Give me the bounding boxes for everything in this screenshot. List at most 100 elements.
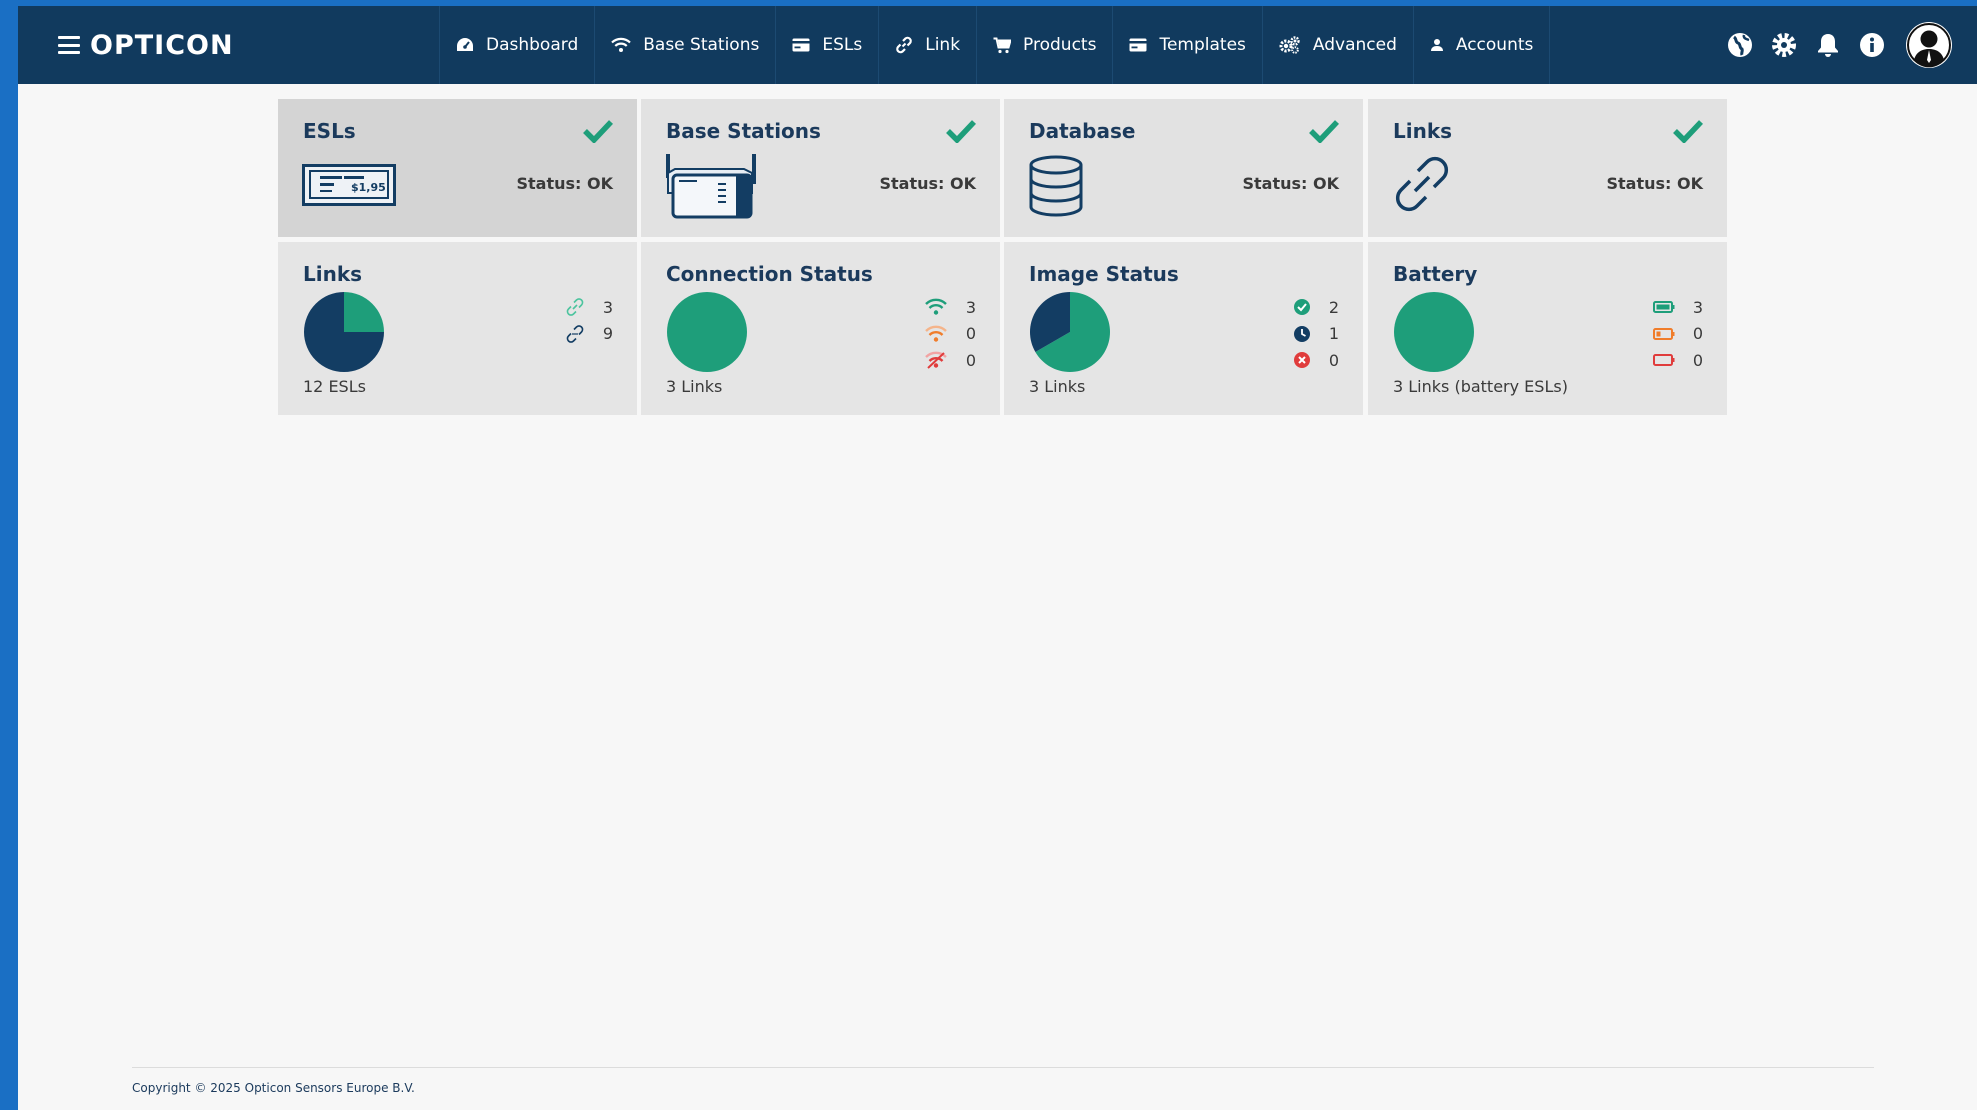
link-icon — [896, 36, 912, 54]
status-card-base-stations[interactable]: Base Stations Status: OK — [641, 99, 1000, 237]
base-station-icon — [665, 153, 759, 223]
legend-value: 0 — [965, 350, 976, 370]
nav-link[interactable]: Link — [878, 6, 976, 84]
nav-advanced-label: Advanced — [1312, 35, 1397, 55]
battery-full-icon — [1653, 301, 1675, 314]
connection-legend: 3 0 0 — [924, 294, 976, 374]
status-text: Status: OK — [1606, 174, 1704, 193]
dashboard-gauge-icon — [457, 38, 473, 51]
pie-slice-good — [1394, 292, 1474, 372]
connection-pie-chart — [667, 292, 747, 372]
check-icon — [1309, 120, 1339, 143]
status-text: Status: OK — [516, 174, 614, 193]
legend-value: 0 — [1328, 350, 1339, 370]
wifi-icon — [611, 37, 631, 52]
status-text: Status: OK — [1242, 174, 1340, 193]
nav-base-stations[interactable]: Base Stations — [594, 6, 775, 84]
wifi-weak-icon — [925, 325, 947, 342]
nav-advanced[interactable]: Advanced — [1261, 6, 1413, 84]
nav-products-label: Products — [1023, 35, 1097, 55]
chain-link-icon — [1392, 154, 1452, 218]
legend-value: 3 — [1692, 297, 1703, 317]
nav-accounts-label: Accounts — [1455, 35, 1534, 55]
card-title: Database — [1029, 119, 1136, 143]
card-title: Links — [1393, 119, 1453, 143]
nav-right-tools — [1726, 6, 1952, 84]
card-title: Links — [303, 262, 363, 286]
gears-icon — [1279, 36, 1300, 54]
status-card-links[interactable]: Links Status: OK — [1368, 99, 1727, 237]
image-status-pie-chart — [1030, 292, 1110, 372]
battery-pie-chart — [1394, 292, 1474, 372]
top-navbar: OPTICON Dashboard Base Stations ESLs Lin… — [18, 6, 1977, 84]
legend-row-pending: 1 — [1293, 321, 1339, 348]
window-frame-left — [0, 0, 18, 1110]
nav-accounts[interactable]: Accounts — [1412, 6, 1551, 84]
wifi-off-icon — [925, 351, 947, 369]
legend-row-unlinked: 9 — [565, 321, 613, 348]
status-card-esls[interactable]: ESLs $1,95 Status: OK — [278, 99, 637, 237]
nav-link-label: Link — [925, 35, 961, 55]
check-circle-icon — [1294, 299, 1310, 316]
card-title: Base Stations — [666, 119, 821, 143]
info-icon[interactable] — [1858, 31, 1886, 59]
image-status-legend: 2 1 0 — [1293, 294, 1339, 374]
card-icon — [792, 38, 810, 52]
card-title: Image Status — [1029, 262, 1179, 286]
avatar[interactable] — [1906, 22, 1952, 68]
legend-row-ok: 2 — [1293, 294, 1339, 321]
card-title: ESLs — [303, 119, 356, 143]
nav-products[interactable]: Products — [976, 6, 1112, 84]
legend-value: 0 — [1692, 324, 1703, 344]
summary-card-battery[interactable]: Battery 3 0 0 3 Links (battery ESLs) — [1368, 242, 1727, 415]
hamburger-menu-icon[interactable] — [58, 36, 80, 54]
footer-copyright: Copyright © 2025 Opticon Sensors Europe … — [132, 1081, 415, 1095]
nav-base-stations-label: Base Stations — [643, 35, 760, 55]
footer-divider — [132, 1067, 1874, 1068]
clock-icon — [1294, 325, 1310, 342]
unlinked-icon — [566, 324, 584, 343]
legend-row-offline: 0 — [924, 347, 976, 374]
globe-icon[interactable] — [1726, 31, 1754, 59]
battery-low-icon — [1653, 327, 1675, 340]
nav-dashboard[interactable]: Dashboard — [439, 6, 594, 84]
nav-templates-label: Templates — [1159, 35, 1246, 55]
error-circle-icon — [1294, 352, 1310, 369]
legend-row-weak: 0 — [924, 321, 976, 348]
pie-slice-online — [667, 292, 747, 372]
legend-row-battery-full: 3 — [1653, 294, 1703, 321]
bell-icon[interactable] — [1814, 31, 1842, 59]
check-icon — [1673, 120, 1703, 143]
card-caption: 3 Links — [1029, 377, 1086, 396]
status-card-database[interactable]: Database Status: OK — [1004, 99, 1363, 237]
legend-value: 0 — [965, 324, 976, 344]
legend-row-battery-low: 0 — [1653, 321, 1703, 348]
gear-icon[interactable] — [1770, 31, 1798, 59]
linked-icon — [566, 298, 584, 317]
nav-esls[interactable]: ESLs — [775, 6, 878, 84]
check-icon — [583, 120, 613, 143]
cart-icon — [993, 37, 1012, 53]
card-caption: 3 Links (battery ESLs) — [1393, 377, 1568, 396]
nav-templates[interactable]: Templates — [1112, 6, 1261, 84]
summary-card-connection-status[interactable]: Connection Status 3 0 0 3 Links — [641, 242, 1000, 415]
nav-dashboard-label: Dashboard — [486, 35, 579, 55]
legend-value: 0 — [1692, 350, 1703, 370]
legend-row-error: 0 — [1293, 347, 1339, 374]
template-card-icon — [1129, 38, 1147, 52]
legend-row-good: 3 — [924, 294, 976, 321]
nav-esls-label: ESLs — [822, 35, 863, 55]
battery-legend: 3 0 0 — [1653, 294, 1703, 374]
database-icon — [1028, 155, 1084, 221]
summary-card-links[interactable]: Links 3 9 12 ESLs — [278, 242, 637, 415]
card-caption: 12 ESLs — [303, 377, 366, 396]
card-title: Connection Status — [666, 262, 873, 286]
user-icon — [1430, 39, 1443, 51]
legend-value: 1 — [1328, 324, 1339, 344]
esl-price-tag-icon: $1,95 — [302, 164, 396, 210]
legend-value: 9 — [602, 324, 613, 344]
legend-value: 3 — [965, 297, 976, 317]
brand[interactable]: OPTICON — [58, 26, 234, 64]
links-pie-chart — [304, 292, 384, 372]
summary-card-image-status[interactable]: Image Status 2 1 0 3 Links — [1004, 242, 1363, 415]
